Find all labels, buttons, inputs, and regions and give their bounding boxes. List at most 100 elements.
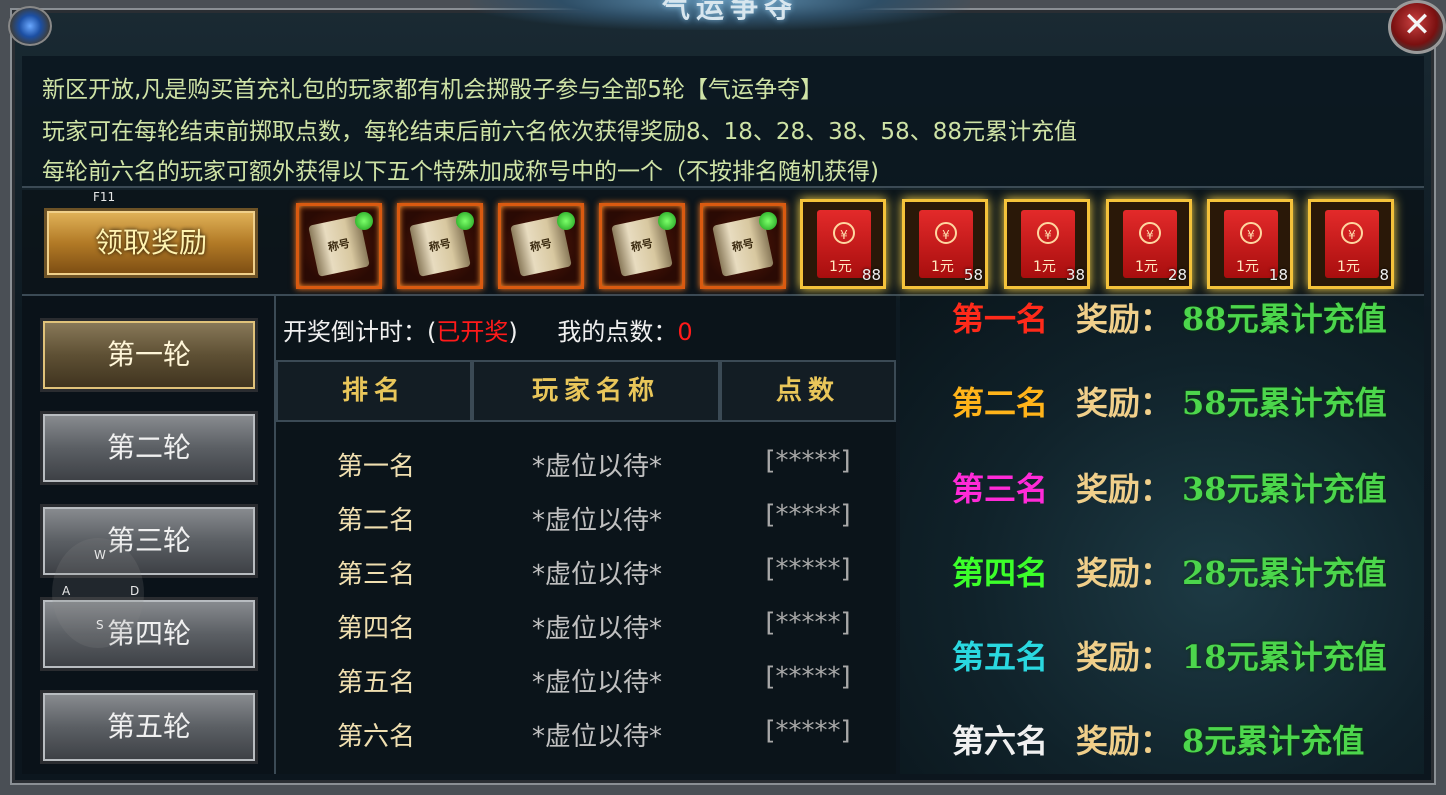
my-points-value: 0 <box>677 318 693 346</box>
header-points: 点数 <box>720 360 896 422</box>
prize-label: 奖励： <box>1076 384 1173 422</box>
yuan-coin-icon: ¥ <box>935 222 957 244</box>
row-rank: 第五名 <box>336 668 415 698</box>
prize-rank: 第一名 <box>952 300 1049 338</box>
prize-line: 第三名 奖励： 38元累计充值 <box>952 464 1387 510</box>
title-scroll-item[interactable]: 称号 <box>397 203 483 289</box>
joystick-key-w: W <box>94 548 106 562</box>
row-rank: 第一名 <box>336 452 415 482</box>
intro-line-2: 玩家可在每轮结束前掷取点数，每轮结束后前六名依次获得奖励8、18、28、38、5… <box>42 119 1077 145</box>
prize-value: 88元累计充值 <box>1182 300 1387 338</box>
prize-rank: 第三名 <box>952 470 1049 508</box>
row-player-name: *虚位以待* <box>531 668 662 698</box>
close-button[interactable]: ✕ <box>1388 0 1446 54</box>
envelope-quantity: 38 <box>1065 266 1085 284</box>
envelope-face-value: 1元 <box>931 259 954 275</box>
title-scroll-item[interactable]: 称号 <box>296 203 382 289</box>
yuan-coin-icon: ¥ <box>1139 222 1161 244</box>
envelope-quantity: 58 <box>963 266 983 284</box>
my-points-label: 我的点数： <box>557 318 678 346</box>
title-scroll-item[interactable]: 称号 <box>700 203 786 289</box>
green-dot-icon <box>658 212 676 230</box>
prize-line: 第二名 奖励： 58元累计充值 <box>952 378 1387 424</box>
prize-line: 第四名 奖励： 28元累计充值 <box>952 548 1387 594</box>
envelope-quantity: 18 <box>1268 266 1288 284</box>
prize-label: 奖励： <box>1076 722 1173 760</box>
row-rank: 第二名 <box>336 506 415 536</box>
row-player-name: *虚位以待* <box>531 452 662 482</box>
row-player-name: *虚位以待* <box>531 722 662 752</box>
header-player-name: 玩家名称 <box>472 360 720 422</box>
row-points: [*****] <box>765 446 851 476</box>
intro-line-1: 新区开放,凡是购买首充礼包的玩家都有机会掷骰子参与全部5轮【气运争夺】 <box>42 77 823 103</box>
prize-rank: 第五名 <box>952 638 1049 676</box>
envelope-face-value: 1元 <box>1236 259 1259 275</box>
prize-label: 奖励： <box>1076 638 1173 676</box>
green-dot-icon <box>456 212 474 230</box>
red-envelope-item[interactable]: ¥ 1元 38 <box>1004 199 1090 289</box>
round-1-button[interactable]: 第一轮 <box>40 318 258 392</box>
row-player-name: *虚位以待* <box>531 560 662 590</box>
countdown-row: 开奖倒计时：(已开奖) 我的点数：0 <box>283 312 693 347</box>
title-scroll-item[interactable]: 称号 <box>498 203 584 289</box>
prize-value: 28元累计充值 <box>1182 554 1387 592</box>
row-rank: 第三名 <box>336 560 415 590</box>
green-dot-icon <box>355 212 373 230</box>
intro-panel: 新区开放,凡是购买首充礼包的玩家都有机会掷骰子参与全部5轮【气运争夺】 玩家可在… <box>22 56 1424 188</box>
claim-reward-button[interactable]: 领取奖励 <box>44 208 258 278</box>
row-points: [*****] <box>765 500 851 530</box>
green-dot-icon <box>557 212 575 230</box>
joystick-key-s: S <box>96 618 104 632</box>
title-scroll-item[interactable]: 称号 <box>599 203 685 289</box>
countdown-close: ) <box>508 318 518 346</box>
red-envelope-item[interactable]: ¥ 1元 88 <box>800 199 886 289</box>
red-envelope-item[interactable]: ¥ 1元 18 <box>1207 199 1293 289</box>
prize-line: 第一名 奖励： 88元累计充值 <box>952 294 1387 340</box>
row-player-name: *虚位以待* <box>531 506 662 536</box>
header-rank: 排名 <box>276 360 472 422</box>
yuan-coin-icon: ¥ <box>1240 222 1262 244</box>
row-points: [*****] <box>765 662 851 692</box>
row-rank: 第六名 <box>336 722 415 752</box>
prize-value: 18元累计充值 <box>1182 638 1387 676</box>
green-dot-icon <box>759 212 777 230</box>
row-points: [*****] <box>765 716 851 746</box>
round-2-button[interactable]: 第二轮 <box>40 411 258 485</box>
envelope-quantity: 28 <box>1167 266 1187 284</box>
red-envelope-item[interactable]: ¥ 1元 8 <box>1308 199 1394 289</box>
prize-value: 38元累计充值 <box>1182 470 1387 508</box>
envelope-quantity: 8 <box>1379 266 1389 284</box>
joystick-key-d: D <box>130 584 140 598</box>
window-title: 气运争夺 <box>661 0 798 24</box>
draw-status: 已开奖 <box>436 318 509 346</box>
envelope-face-value: 1元 <box>1033 259 1056 275</box>
hotkey-f11: F11 <box>93 190 116 204</box>
prize-panel <box>900 296 1424 774</box>
intro-line-3: 每轮前六名的玩家可额外获得以下五个特殊加成称号中的一个（不按排名随机获得) <box>42 159 879 185</box>
prize-label: 奖励： <box>1076 470 1173 508</box>
red-envelope-item[interactable]: ¥ 1元 58 <box>902 199 988 289</box>
row-points: [*****] <box>765 554 851 584</box>
yuan-coin-icon: ¥ <box>833 222 855 244</box>
prize-line: 第五名 奖励： 18元累计充值 <box>952 632 1387 678</box>
gem-icon <box>8 6 52 46</box>
round-5-button[interactable]: 第五轮 <box>40 690 258 764</box>
yuan-coin-icon: ¥ <box>1037 222 1059 244</box>
red-envelope-item[interactable]: ¥ 1元 28 <box>1106 199 1192 289</box>
prize-value: 8元累计充值 <box>1182 722 1365 760</box>
prize-label: 奖励： <box>1076 554 1173 592</box>
row-player-name: *虚位以待* <box>531 614 662 644</box>
envelope-face-value: 1元 <box>829 259 852 275</box>
prize-rank: 第二名 <box>952 384 1049 422</box>
prize-rank: 第四名 <box>952 554 1049 592</box>
prize-label: 奖励： <box>1076 300 1173 338</box>
prize-rank: 第六名 <box>952 722 1049 760</box>
envelope-face-value: 1元 <box>1135 259 1158 275</box>
envelope-quantity: 88 <box>861 266 881 284</box>
prize-value: 58元累计充值 <box>1182 384 1387 422</box>
row-points: [*****] <box>765 608 851 638</box>
row-rank: 第四名 <box>336 614 415 644</box>
prize-line: 第六名 奖励： 8元累计充值 <box>952 716 1364 762</box>
joystick-key-a: A <box>62 584 71 598</box>
yuan-coin-icon: ¥ <box>1341 222 1363 244</box>
